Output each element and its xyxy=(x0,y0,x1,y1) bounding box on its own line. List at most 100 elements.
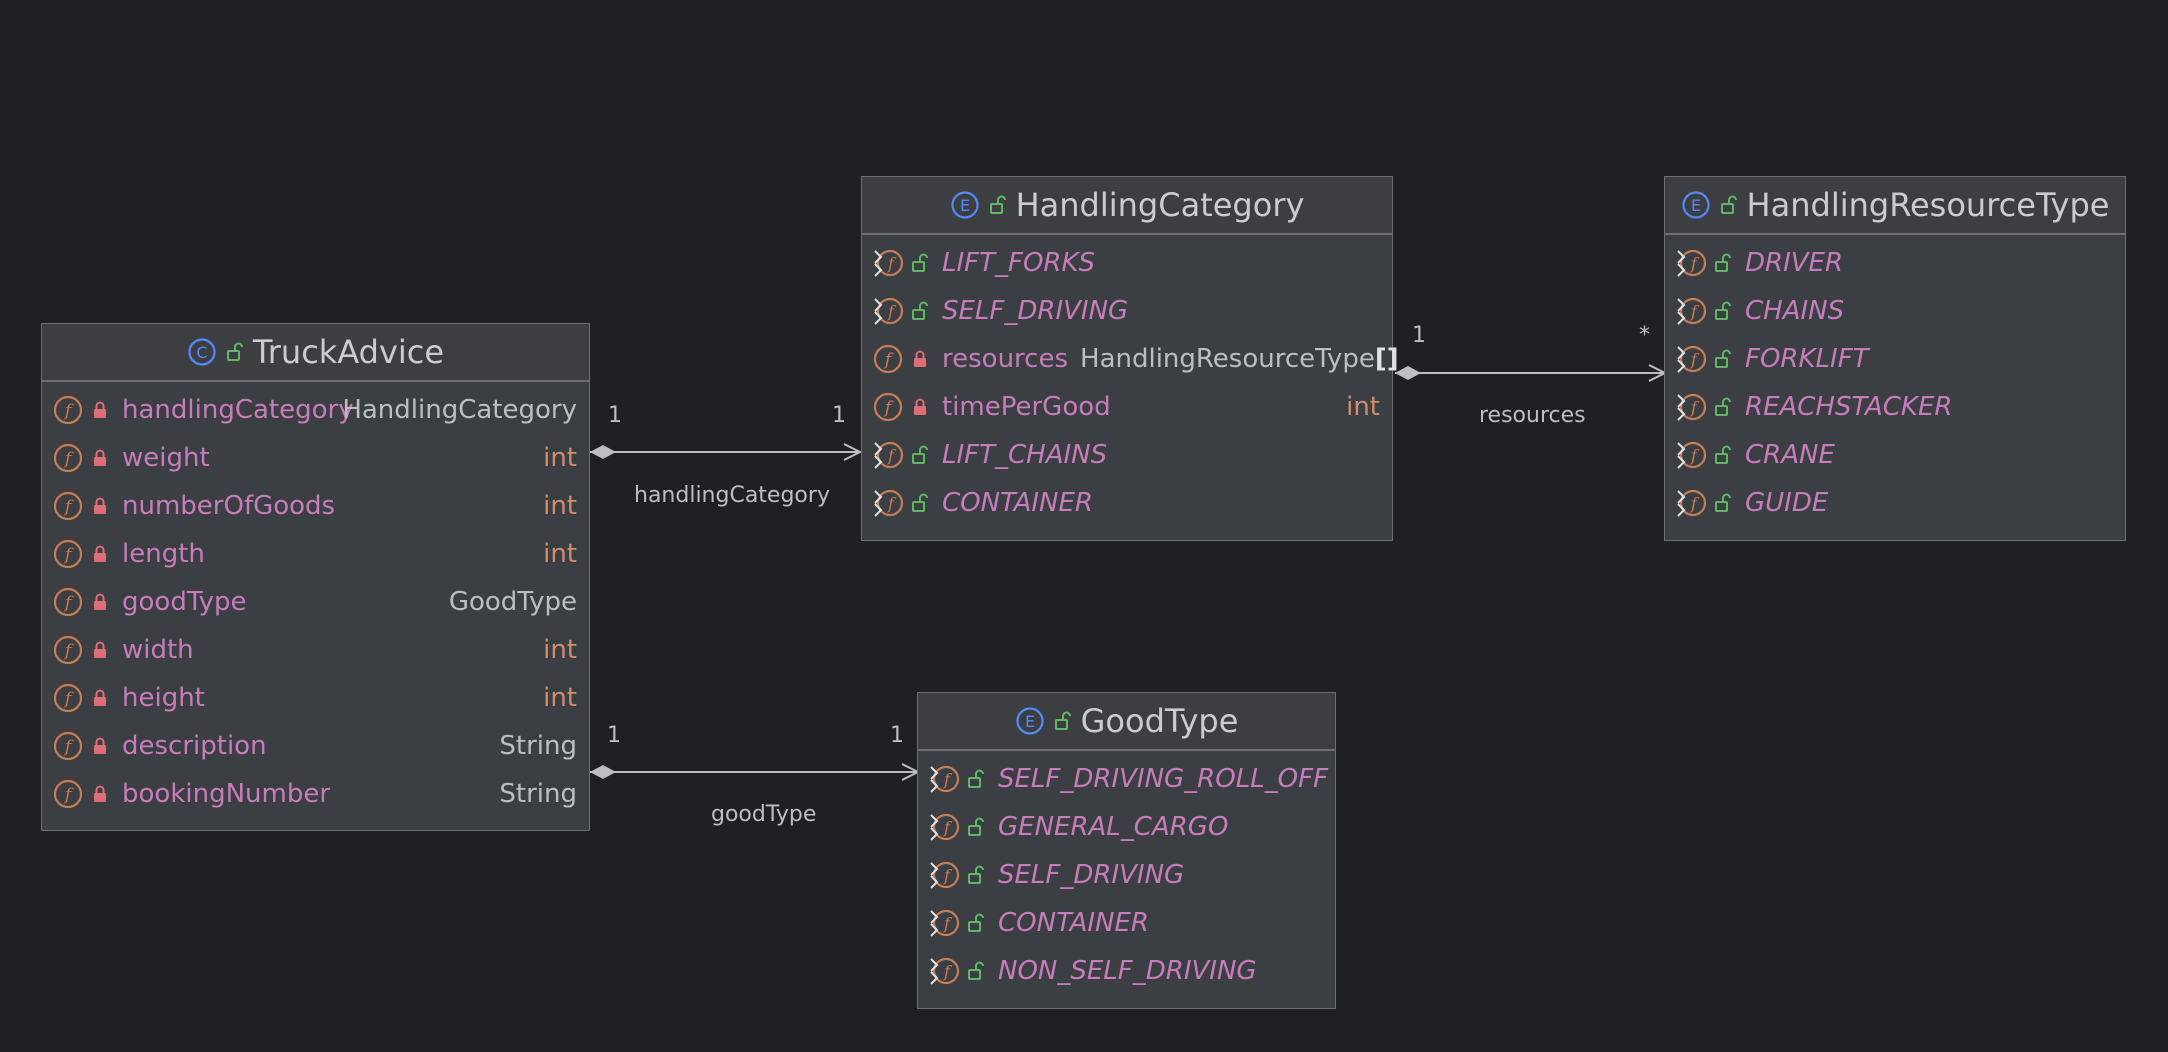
edge-resources[interactable]: 1 * resources xyxy=(1395,323,1665,428)
field-name: resources xyxy=(942,344,1069,374)
edge-good-type[interactable]: 1 1 goodType xyxy=(590,723,918,827)
enum-constant-name: SELF_DRIVING xyxy=(998,860,1185,890)
enum-constant-name: CONTAINER xyxy=(942,488,1093,518)
enum-node-handling-resource-type[interactable]: HandlingResourceType DRIVER CHAINS FORKL… xyxy=(1664,176,2126,541)
enum-constant-row[interactable]: LIFT_FORKS xyxy=(862,239,1392,287)
field-name: length xyxy=(122,539,205,569)
enum-constant-icon xyxy=(872,487,904,519)
unlocked-icon xyxy=(1715,301,1731,321)
field-row[interactable]: weight int xyxy=(42,434,589,482)
enum-constant-icon xyxy=(1675,487,1707,519)
enum-constant-icon xyxy=(872,295,904,327)
field-f-icon xyxy=(52,490,84,522)
field-name: bookingNumber xyxy=(122,779,331,809)
node-header: GoodType xyxy=(918,693,1335,751)
edge-handling-category[interactable]: 1 1 handlingCategory xyxy=(590,403,860,508)
field-name: width xyxy=(122,635,194,665)
field-row[interactable]: goodType GoodType xyxy=(42,578,589,626)
class-node-truck-advice[interactable]: TruckAdvice handlingCategory HandlingCat… xyxy=(41,323,590,831)
field-row[interactable]: height int xyxy=(42,674,589,722)
class-c-icon xyxy=(187,337,217,367)
field-f-icon xyxy=(52,538,84,570)
enum-constant-row[interactable]: LIFT_CHAINS xyxy=(862,431,1392,479)
enum-constant-row[interactable]: GUIDE xyxy=(1665,479,2125,527)
enum-constant-row[interactable]: SELF_DRIVING_ROLL_OFF xyxy=(918,755,1335,803)
locked-icon xyxy=(92,448,108,468)
enum-constant-row[interactable]: NON_SELF_DRIVING xyxy=(918,947,1335,995)
field-f-icon xyxy=(52,634,84,666)
field-name: numberOfGoods xyxy=(122,491,336,521)
field-f-icon xyxy=(52,730,84,762)
enum-constant-icon xyxy=(1675,439,1707,471)
field-row[interactable]: bookingNumber String xyxy=(42,770,589,818)
locked-icon xyxy=(92,400,108,420)
field-row[interactable]: description String xyxy=(42,722,589,770)
enum-constant-name: SELF_DRIVING xyxy=(942,296,1129,326)
enum-constant-icon xyxy=(1675,295,1707,327)
locked-icon xyxy=(92,544,108,564)
edge-label: resources xyxy=(1479,403,1586,428)
locked-icon xyxy=(912,397,928,417)
enum-constant-row[interactable]: DRIVER xyxy=(1665,239,2125,287)
unlocked-icon xyxy=(1715,445,1731,465)
field-type: int xyxy=(543,683,577,713)
node-header: TruckAdvice xyxy=(42,324,589,382)
field-name: goodType xyxy=(122,587,247,617)
field-name: timePerGood xyxy=(942,392,1111,422)
enum-constant-name: CHAINS xyxy=(1745,296,1845,326)
enum-constant-icon xyxy=(1675,343,1707,375)
field-row[interactable]: handlingCategory HandlingCategory xyxy=(42,386,589,434)
field-name: height xyxy=(122,683,205,713)
unlocked-icon xyxy=(912,445,928,465)
enum-constant-row[interactable]: REACHSTACKER xyxy=(1665,383,2125,431)
field-row[interactable]: resources HandlingResourceType[] xyxy=(862,335,1399,383)
unlocked-icon xyxy=(1715,253,1731,273)
enum-name: HandlingResourceType xyxy=(1746,186,2110,224)
field-row[interactable]: timePerGood int xyxy=(862,383,1392,431)
enum-constant-row[interactable]: CHAINS xyxy=(1665,287,2125,335)
field-f-icon xyxy=(872,343,904,375)
enum-constant-name: SELF_DRIVING_ROLL_OFF xyxy=(998,764,1329,794)
enum-constant-icon xyxy=(872,439,904,471)
field-row[interactable]: numberOfGoods int xyxy=(42,482,589,530)
enum-constant-row[interactable]: FORKLIFT xyxy=(1665,335,2125,383)
enum-constant-name: GUIDE xyxy=(1745,488,1829,518)
field-row[interactable]: length int xyxy=(42,530,589,578)
unlocked-icon xyxy=(968,865,984,885)
enum-e-icon xyxy=(1681,190,1711,220)
field-type: GoodType xyxy=(448,587,577,617)
enum-constant-row[interactable]: CONTAINER xyxy=(862,479,1392,527)
unlocked-icon xyxy=(1715,397,1731,417)
edge-target-multiplicity: 1 xyxy=(890,723,904,748)
field-row[interactable]: width int xyxy=(42,626,589,674)
enum-constant-icon xyxy=(928,763,960,795)
enum-constant-row[interactable]: SELF_DRIVING xyxy=(918,851,1335,899)
array-suffix: [] xyxy=(1374,344,1399,374)
edge-label: goodType xyxy=(711,802,816,827)
enum-constant-name: DRIVER xyxy=(1745,248,1844,278)
locked-icon xyxy=(92,592,108,612)
unlocked-icon xyxy=(1721,195,1737,215)
unlocked-icon xyxy=(968,769,984,789)
enum-constant-name: NON_SELF_DRIVING xyxy=(998,956,1257,986)
unlocked-icon xyxy=(968,817,984,837)
enum-constant-row[interactable]: SELF_DRIVING xyxy=(862,287,1392,335)
field-type: int xyxy=(543,635,577,665)
locked-icon xyxy=(92,688,108,708)
edge-label: handlingCategory xyxy=(634,483,830,508)
enum-constant-name: CONTAINER xyxy=(998,908,1149,938)
enum-e-icon xyxy=(950,190,980,220)
enum-constant-name: CRANE xyxy=(1745,440,1835,470)
enum-node-handling-category[interactable]: HandlingCategory LIFT_FORKS SELF_DRIVING… xyxy=(861,176,1399,541)
enum-constant-name: LIFT_FORKS xyxy=(942,248,1096,278)
enum-constant-row[interactable]: CRANE xyxy=(1665,431,2125,479)
field-type: int xyxy=(543,491,577,521)
enum-constant-row[interactable]: CONTAINER xyxy=(918,899,1335,947)
field-f-icon xyxy=(52,442,84,474)
enum-node-good-type[interactable]: GoodType SELF_DRIVING_ROLL_OFF GENERAL_C… xyxy=(917,692,1336,1009)
enum-constant-name: FORKLIFT xyxy=(1745,344,1869,374)
field-type: int xyxy=(543,539,577,569)
unlocked-icon xyxy=(990,195,1006,215)
locked-icon xyxy=(92,640,108,660)
enum-constant-row[interactable]: GENERAL_CARGO xyxy=(918,803,1335,851)
